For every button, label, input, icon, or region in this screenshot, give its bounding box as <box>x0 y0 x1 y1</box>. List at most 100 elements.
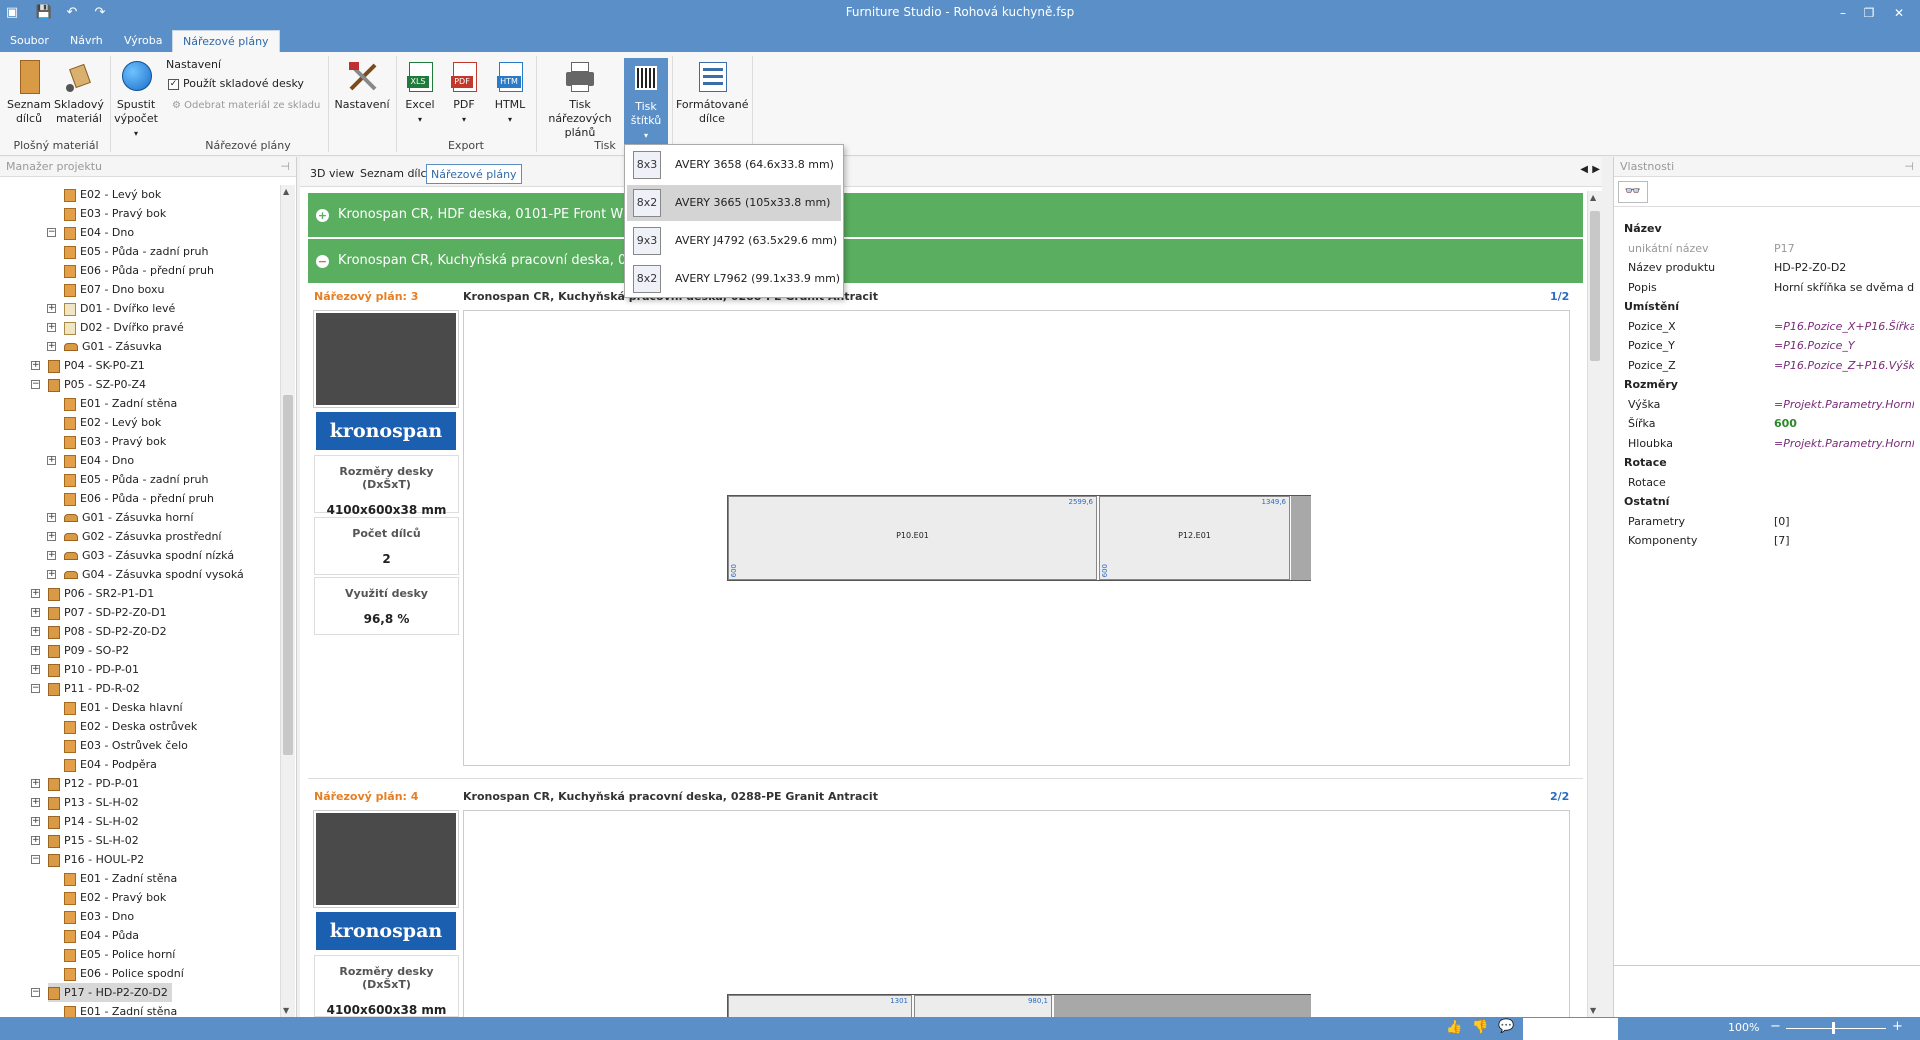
pdf-button[interactable]: PDF PDF ▾ <box>444 56 484 127</box>
minimize-icon[interactable]: – <box>1832 3 1854 23</box>
tree-expand-icon[interactable]: + <box>47 513 56 522</box>
property-row[interactable]: Pozice_Z =P16.Pozice_Z+P16.Výška-P <box>1628 356 1914 376</box>
property-row[interactable]: Komponenty [7] <box>1628 531 1908 551</box>
tree-item[interactable]: + G01 - Zásuvka horní <box>47 508 193 527</box>
label-option[interactable]: 8x2 AVERY L7962 (99.1x33.9 mm) <box>627 261 841 297</box>
tree-expand-icon[interactable]: + <box>47 304 56 313</box>
property-row[interactable]: Rozměry <box>1624 375 1908 395</box>
tisk-narezovych-planu-button[interactable]: Tisk nářezových plánů <box>540 56 620 140</box>
property-row[interactable]: unikátní název P17 <box>1628 239 1908 259</box>
tree-item[interactable]: E06 - Půda - přední pruh <box>64 489 214 508</box>
tree-item[interactable]: E02 - Pravý bok <box>64 888 166 907</box>
tree-item[interactable]: + D02 - Dvířko pravé <box>47 318 184 337</box>
tree-item[interactable]: E03 - Dno <box>64 907 134 926</box>
tree-item[interactable]: + G04 - Zásuvka spodní vysoká <box>47 565 244 584</box>
property-row[interactable]: Pozice_X =P16.Pozice_X+P16.Šířka <box>1628 317 1914 337</box>
tree-item[interactable]: + P06 - SR2-P1-D1 <box>31 584 154 603</box>
scroll-up-icon[interactable]: ▲ <box>1590 193 1596 202</box>
tree-expand-icon[interactable]: + <box>31 798 40 807</box>
property-row[interactable]: Ostatní <box>1624 492 1908 512</box>
tree-item[interactable]: E01 - Zadní stěna <box>64 1002 177 1017</box>
tree-item[interactable]: − P11 - PD-R-02 <box>31 679 140 698</box>
tree-expand-icon[interactable]: + <box>47 570 56 579</box>
odebrat-material-button[interactable]: ⚙ Odebrat materiál ze skladu <box>172 100 320 111</box>
seznam-dilcu-button[interactable]: Seznam dílců <box>6 56 52 126</box>
html-button[interactable]: HTM HTML ▾ <box>488 56 532 127</box>
tree-item[interactable]: E01 - Zadní stěna <box>64 394 177 413</box>
tab-vyroba[interactable]: Výroba <box>114 30 172 52</box>
tab-3d-view[interactable]: 3D view <box>306 164 358 184</box>
excel-button[interactable]: XLS Excel ▾ <box>400 56 440 127</box>
label-option[interactable]: 8x2 AVERY 3665 (105x33.8 mm) <box>627 185 841 221</box>
tree-item[interactable]: + P13 - SL-H-02 <box>31 793 139 812</box>
tree-item[interactable]: E02 - Levý bok <box>64 185 161 204</box>
tab-navrh[interactable]: Návrh <box>60 30 113 52</box>
property-row[interactable]: Hloubka =Projekt.Parametry.HorníSkří <box>1628 434 1914 454</box>
tree-expand-icon[interactable]: + <box>31 779 40 788</box>
tree-item[interactable]: + P09 - SO-P2 <box>31 641 129 660</box>
scroll-down-icon[interactable]: ▼ <box>283 1006 289 1015</box>
tree-item[interactable]: E01 - Zadní stěna <box>64 869 177 888</box>
tree-expand-icon[interactable]: + <box>31 646 40 655</box>
tree-collapse-icon[interactable]: − <box>31 684 40 693</box>
property-row[interactable]: Umístění <box>1624 297 1908 317</box>
property-row[interactable]: Název <box>1624 219 1908 239</box>
tree-item[interactable]: E02 - Levý bok <box>64 413 161 432</box>
tree-expand-icon[interactable]: + <box>31 665 40 674</box>
zoom-in-icon[interactable]: + <box>1892 1019 1903 1034</box>
nastaveni-button[interactable]: Nastavení <box>334 56 390 112</box>
tab-narezove-plany[interactable]: Nářezové plány <box>172 30 280 52</box>
tree-item[interactable]: E03 - Ostrůvek čelo <box>64 736 188 755</box>
property-row[interactable]: Pozice_Y =P16.Pozice_Y <box>1628 336 1908 356</box>
tab-soubor[interactable]: Soubor <box>0 30 59 52</box>
property-row[interactable]: Název produktu HD-P2-Z0-D2 <box>1628 258 1908 278</box>
tree-item[interactable]: E04 - Půda <box>64 926 139 945</box>
tree-expand-icon[interactable]: + <box>31 608 40 617</box>
plans-scroll-thumb[interactable] <box>1590 211 1600 361</box>
tree-collapse-icon[interactable]: − <box>31 855 40 864</box>
tree-item[interactable]: + E04 - Dno <box>47 451 134 470</box>
comment-icon[interactable]: 💬 <box>1498 1019 1514 1034</box>
thumbs-down-icon[interactable]: 👎 <box>1472 1020 1488 1035</box>
panel-p10-e01[interactable]: 2599,6 P10.E01 600 <box>728 496 1097 580</box>
tree-scrollbar[interactable]: ▲ ▼ <box>280 185 295 1017</box>
glasses-icon[interactable]: 👓 <box>1618 181 1648 203</box>
close-icon[interactable]: ✕ <box>1888 3 1910 23</box>
tree-scroll-thumb[interactable] <box>283 395 293 755</box>
panel-plan4-1[interactable]: 1301 <box>728 995 912 1019</box>
tree-expand-icon[interactable]: + <box>31 589 40 598</box>
tree-item[interactable]: E01 - Deska hlavní <box>64 698 183 717</box>
tree-item[interactable]: + P14 - SL-H-02 <box>31 812 139 831</box>
property-row[interactable]: Rotace <box>1624 453 1908 473</box>
tree-collapse-icon[interactable]: − <box>31 380 40 389</box>
restore-icon[interactable]: ❐ <box>1858 3 1880 23</box>
tree-item[interactable]: E02 - Deska ostrůvek <box>64 717 197 736</box>
label-option[interactable]: 9x3 AVERY J4792 (63.5x29.6 mm) <box>627 223 841 259</box>
tree-item[interactable]: − P05 - SZ-P0-Z4 <box>31 375 146 394</box>
property-row[interactable]: Šířka 600 <box>1628 414 1908 434</box>
tree-expand-icon[interactable]: + <box>47 532 56 541</box>
skladovy-material-button[interactable]: Skladový materiál <box>54 56 104 126</box>
tree-item[interactable]: E04 - Podpěra <box>64 755 157 774</box>
tree-item[interactable]: + P08 - SD-P2-Z0-D2 <box>31 622 167 641</box>
tree-expand-icon[interactable]: + <box>47 323 56 332</box>
tree-expand-icon[interactable]: + <box>47 342 56 351</box>
tree-item[interactable]: E03 - Pravý bok <box>64 432 166 451</box>
tree-item[interactable]: E05 - Police horní <box>64 945 175 964</box>
property-row[interactable]: Popis Horní skříňka se dvěma dvířk <box>1628 278 1914 298</box>
tree-item[interactable]: E06 - Police spodní <box>64 964 184 983</box>
tree-item[interactable]: + G03 - Zásuvka spodní nízká <box>47 546 234 565</box>
formatovane-dilce-button[interactable]: Formátované dílce <box>676 56 748 126</box>
zoom-out-icon[interactable]: − <box>1770 1019 1781 1034</box>
scroll-down-icon[interactable]: ▼ <box>1590 1006 1596 1015</box>
zoom-slider[interactable] <box>1786 1028 1886 1029</box>
plan-3-sheet[interactable]: 2599,6 P10.E01 600 1349,6 P12.E01 600 <box>463 310 1570 766</box>
material-bar-hdf[interactable]: + Kronospan CR, HDF deska, 0101-PE Front … <box>308 193 1583 237</box>
tree-item[interactable]: − P17 - HD-P2-Z0-D2 <box>31 983 172 1002</box>
panel-plan4-2[interactable]: 980,1 <box>914 995 1052 1019</box>
tree-expand-icon[interactable]: + <box>31 817 40 826</box>
pouzit-skladove-checkbox[interactable]: ✓ Použít skladové desky <box>168 77 304 90</box>
plans-scrollbar[interactable]: ▲ ▼ <box>1587 191 1602 1017</box>
expand-icon[interactable]: + <box>316 209 329 222</box>
tree-item[interactable]: + P07 - SD-P2-Z0-D1 <box>31 603 167 622</box>
